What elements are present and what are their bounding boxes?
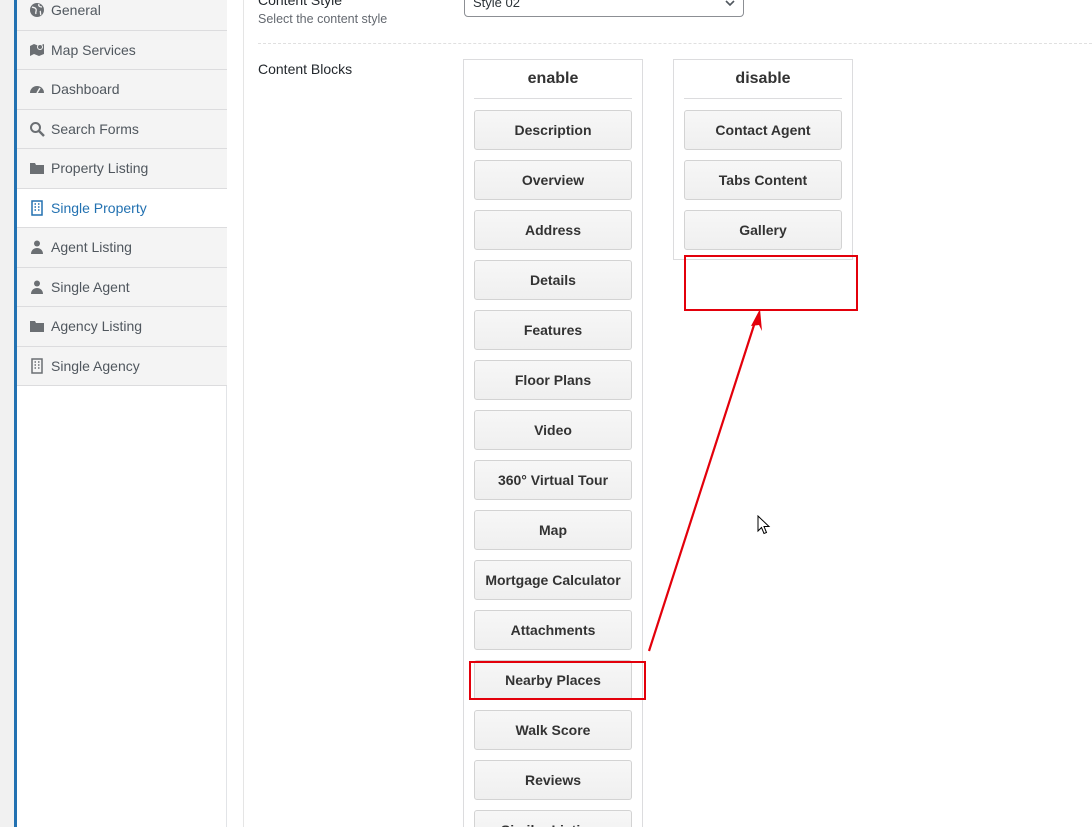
block-address[interactable]: Address bbox=[474, 210, 632, 250]
sidebar-item-label: General bbox=[51, 2, 101, 19]
sidebar-item-single-property[interactable]: Single Property bbox=[17, 188, 227, 228]
enable-column-heading: enable bbox=[474, 60, 632, 99]
folder-icon bbox=[29, 318, 45, 334]
block-description[interactable]: Description bbox=[474, 110, 632, 150]
content-style-description: Select the content style bbox=[258, 12, 388, 26]
sidebar-item-label: Search Forms bbox=[51, 120, 139, 137]
block-reviews[interactable]: Reviews bbox=[474, 760, 632, 800]
block-similar-listings[interactable]: Similar Listings bbox=[474, 810, 632, 827]
block-attachments[interactable]: Attachments bbox=[474, 610, 632, 650]
content-style-select[interactable]: Style 02 bbox=[464, 0, 744, 17]
sidebar-item-label: Property Listing bbox=[51, 160, 149, 177]
content-style-selected-value: Style 02 bbox=[473, 0, 520, 10]
nearby-places-highlight bbox=[469, 661, 646, 700]
sidebar-item-label: Single Property bbox=[51, 199, 147, 216]
sidebar-item-label: Agency Listing bbox=[51, 318, 143, 335]
block-tabs-content[interactable]: Tabs Content bbox=[684, 160, 842, 200]
block-video[interactable]: Video bbox=[474, 410, 632, 450]
block-features[interactable]: Features bbox=[474, 310, 632, 350]
globe-icon bbox=[29, 2, 45, 18]
folder-icon bbox=[29, 160, 45, 176]
settings-panel bbox=[243, 0, 1092, 827]
mouse-cursor-icon bbox=[757, 515, 771, 535]
sidebar-item-label: Single Agency bbox=[51, 357, 140, 374]
sidebar-item-property-listing[interactable]: Property Listing bbox=[17, 149, 227, 189]
disable-column: disable Contact Agent Tabs Content Galle… bbox=[673, 59, 853, 260]
sidebar-item-search-forms[interactable]: Search Forms bbox=[17, 109, 227, 149]
sidebar-item-label: Map Services bbox=[51, 41, 136, 58]
sidebar-item-agency-listing[interactable]: Agency Listing bbox=[17, 307, 227, 347]
map-icon bbox=[29, 42, 45, 58]
block-details[interactable]: Details bbox=[474, 260, 632, 300]
content-blocks-label: Content Blocks bbox=[258, 61, 353, 77]
block-floor-plans[interactable]: Floor Plans bbox=[474, 360, 632, 400]
sidebar-item-dashboard[interactable]: Dashboard bbox=[17, 70, 227, 110]
sidebar-item-label: Single Agent bbox=[51, 278, 130, 295]
block-mortgage-calculator[interactable]: Mortgage Calculator bbox=[474, 560, 632, 600]
field-divider bbox=[258, 43, 1092, 44]
block-virtual-tour[interactable]: 360° Virtual Tour bbox=[474, 460, 632, 500]
content-style-title: Content Style bbox=[258, 0, 343, 8]
sidebar-item-label: Agent Listing bbox=[51, 239, 132, 256]
block-overview[interactable]: Overview bbox=[474, 160, 632, 200]
user-icon bbox=[29, 279, 45, 295]
sidebar-item-map-services[interactable]: Map Services bbox=[17, 30, 227, 70]
building-icon bbox=[29, 200, 45, 216]
sidebar-item-label: Dashboard bbox=[51, 81, 120, 98]
sidebar-item-single-agency[interactable]: Single Agency bbox=[17, 346, 227, 386]
building-icon bbox=[29, 358, 45, 374]
sidebar-item-general[interactable]: General bbox=[17, 0, 227, 31]
sidebar-item-agent-listing[interactable]: Agent Listing bbox=[17, 228, 227, 268]
block-gallery[interactable]: Gallery bbox=[684, 210, 842, 250]
search-icon bbox=[29, 121, 45, 137]
block-contact-agent[interactable]: Contact Agent bbox=[684, 110, 842, 150]
dashboard-icon bbox=[29, 81, 45, 97]
block-map[interactable]: Map bbox=[474, 510, 632, 550]
enable-column: enable Description Overview Address Deta… bbox=[463, 59, 643, 827]
sidebar-menu: General Map Services Dashboard Search Fo… bbox=[17, 0, 227, 386]
disable-column-heading: disable bbox=[684, 60, 842, 99]
drop-target-highlight bbox=[684, 255, 858, 311]
chevron-down-icon bbox=[725, 0, 735, 6]
sidebar-item-single-agent[interactable]: Single Agent bbox=[17, 267, 227, 307]
block-walk-score[interactable]: Walk Score bbox=[474, 710, 632, 750]
user-icon bbox=[29, 239, 45, 255]
options-sidebar: General Map Services Dashboard Search Fo… bbox=[17, 0, 227, 827]
